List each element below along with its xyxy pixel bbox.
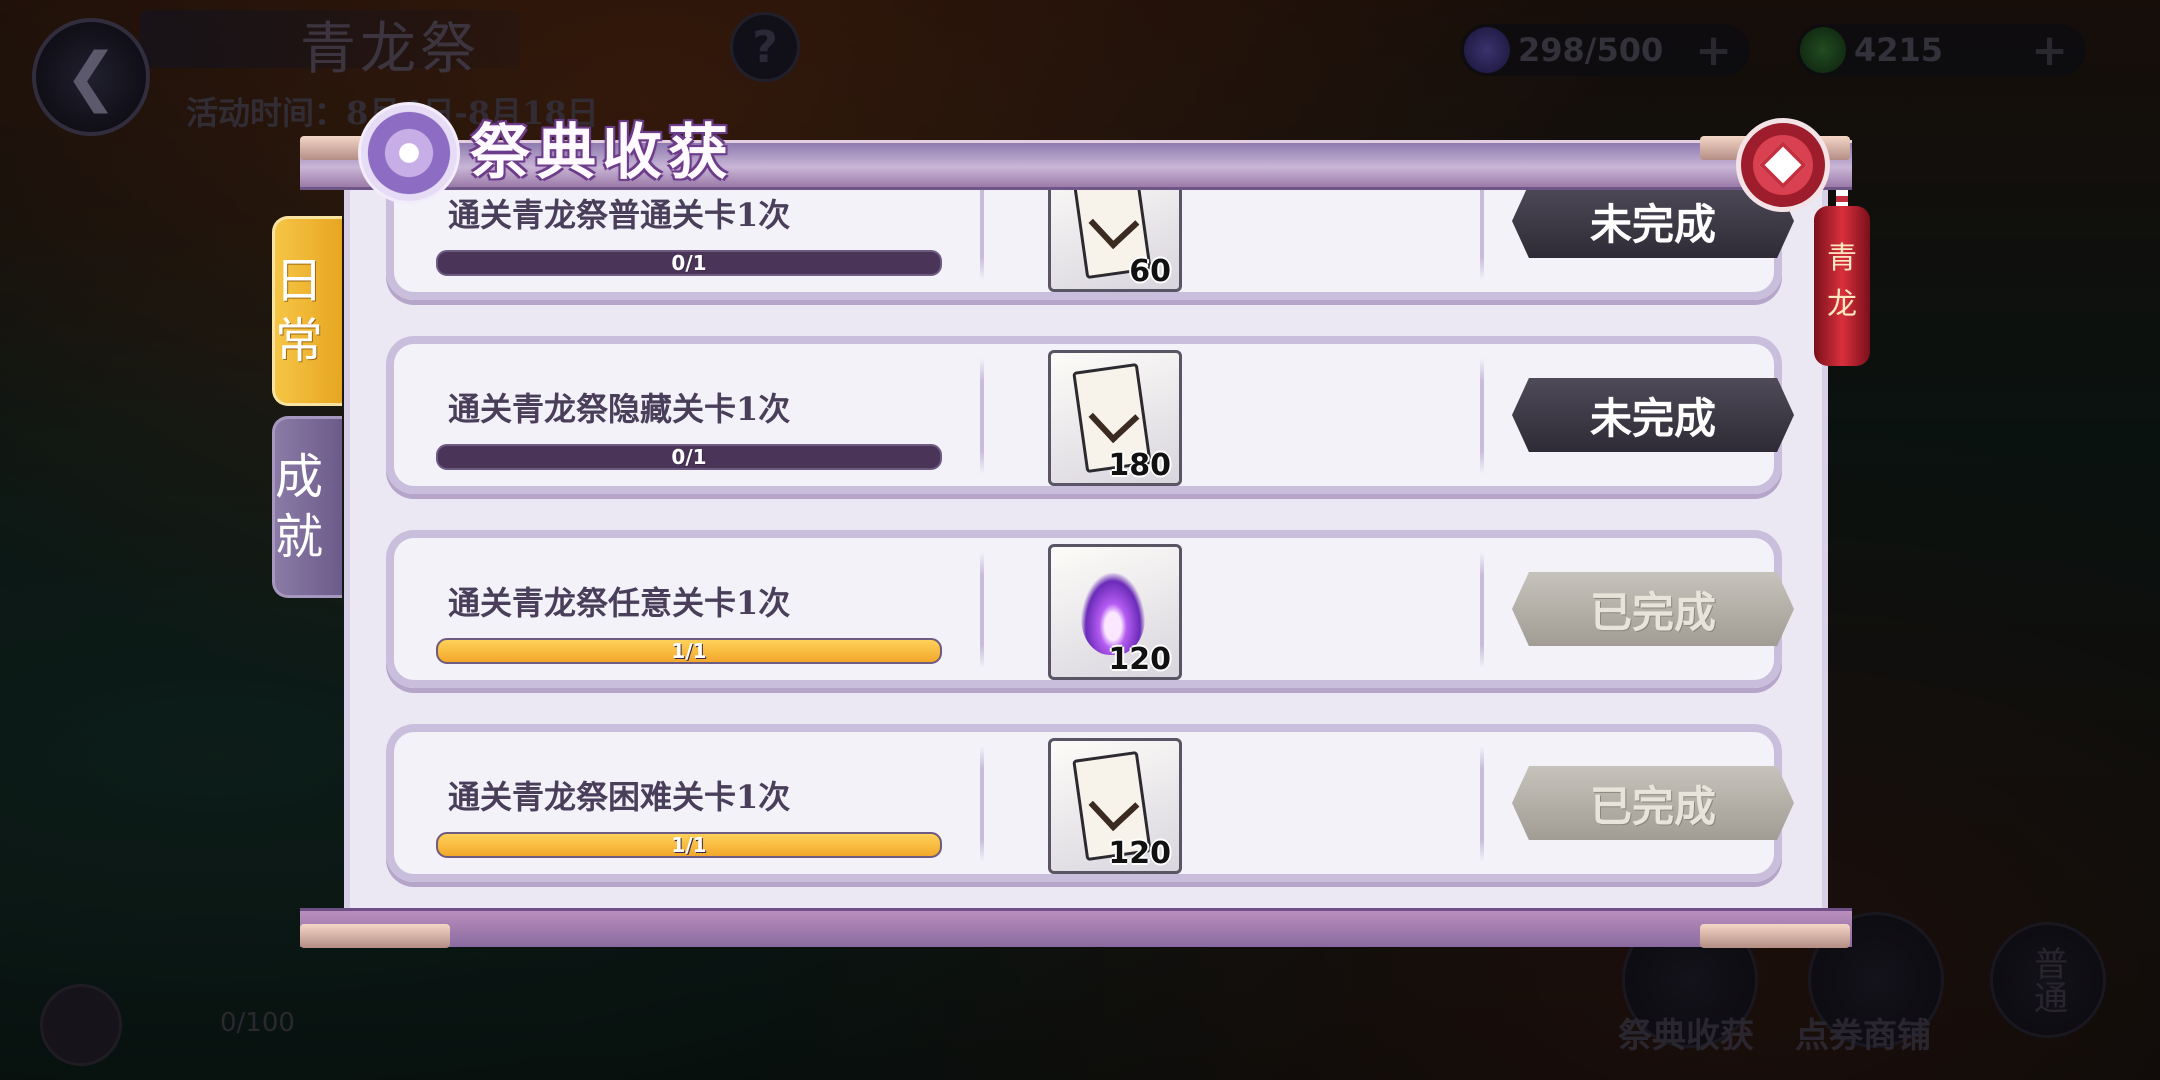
reward-quantity: 180 bbox=[1108, 448, 1171, 483]
task-progress-text: 1/1 bbox=[671, 639, 707, 663]
reward-item[interactable]: 120 bbox=[1048, 738, 1182, 874]
divider bbox=[1480, 552, 1484, 668]
dialog-bottom-frame bbox=[300, 908, 1852, 947]
task-row: 通关青龙祭普通关卡1次 0/1 60 未完成 bbox=[386, 186, 1794, 300]
task-row: 通关青龙祭困难关卡1次 1/1 120 已完成 bbox=[386, 724, 1794, 882]
task-row: 通关青龙祭任意关卡1次 1/1 120 已完成 bbox=[386, 530, 1794, 688]
task-status-button[interactable]: 已完成 bbox=[1512, 572, 1794, 646]
task-description: 通关青龙祭困难关卡1次 bbox=[448, 778, 791, 816]
divider bbox=[1480, 746, 1484, 862]
task-progress-text: 0/1 bbox=[671, 251, 707, 275]
frame-ornament bbox=[1700, 924, 1850, 948]
divider bbox=[980, 186, 984, 280]
tab-daily[interactable]: 日常 bbox=[272, 216, 342, 406]
lantern-tag: 青龙 bbox=[1814, 206, 1870, 366]
reward-item[interactable]: 60 bbox=[1048, 186, 1182, 292]
task-status-button[interactable]: 已完成 bbox=[1512, 766, 1794, 840]
task-status-button[interactable]: 未完成 bbox=[1512, 378, 1794, 452]
frame-ornament bbox=[300, 924, 450, 948]
reward-quantity: 60 bbox=[1129, 254, 1171, 289]
reward-quantity: 120 bbox=[1108, 836, 1171, 871]
close-diamond-icon bbox=[1758, 140, 1808, 190]
task-description: 通关青龙祭任意关卡1次 bbox=[448, 584, 791, 622]
task-progress-bar: 0/1 bbox=[436, 444, 942, 470]
task-progress-bar: 1/1 bbox=[436, 832, 942, 858]
task-progress-text: 0/1 bbox=[671, 445, 707, 469]
divider bbox=[980, 358, 984, 474]
divider bbox=[1480, 186, 1484, 280]
reward-quantity: 120 bbox=[1108, 642, 1171, 677]
close-button[interactable] bbox=[1736, 118, 1830, 212]
task-description: 通关青龙祭普通关卡1次 bbox=[448, 196, 791, 234]
divider bbox=[1480, 358, 1484, 474]
task-progress-bar: 0/1 bbox=[436, 250, 942, 276]
flower-emblem-icon bbox=[358, 102, 460, 204]
task-row: 通关青龙祭隐藏关卡1次 0/1 180 未完成 bbox=[386, 336, 1794, 494]
tab-achievement[interactable]: 成就 bbox=[272, 416, 342, 598]
divider bbox=[980, 552, 984, 668]
dialog-title: 祭典收获 bbox=[470, 118, 734, 188]
divider bbox=[980, 746, 984, 862]
task-list-panel: 通关青龙祭普通关卡1次 0/1 60 未完成 通关青龙祭隐藏关卡1次 0/1 1… bbox=[344, 186, 1828, 908]
task-progress-text: 1/1 bbox=[671, 833, 707, 857]
task-description: 通关青龙祭隐藏关卡1次 bbox=[448, 390, 791, 428]
reward-item[interactable]: 180 bbox=[1048, 350, 1182, 486]
reward-item[interactable]: 120 bbox=[1048, 544, 1182, 680]
task-progress-bar: 1/1 bbox=[436, 638, 942, 664]
